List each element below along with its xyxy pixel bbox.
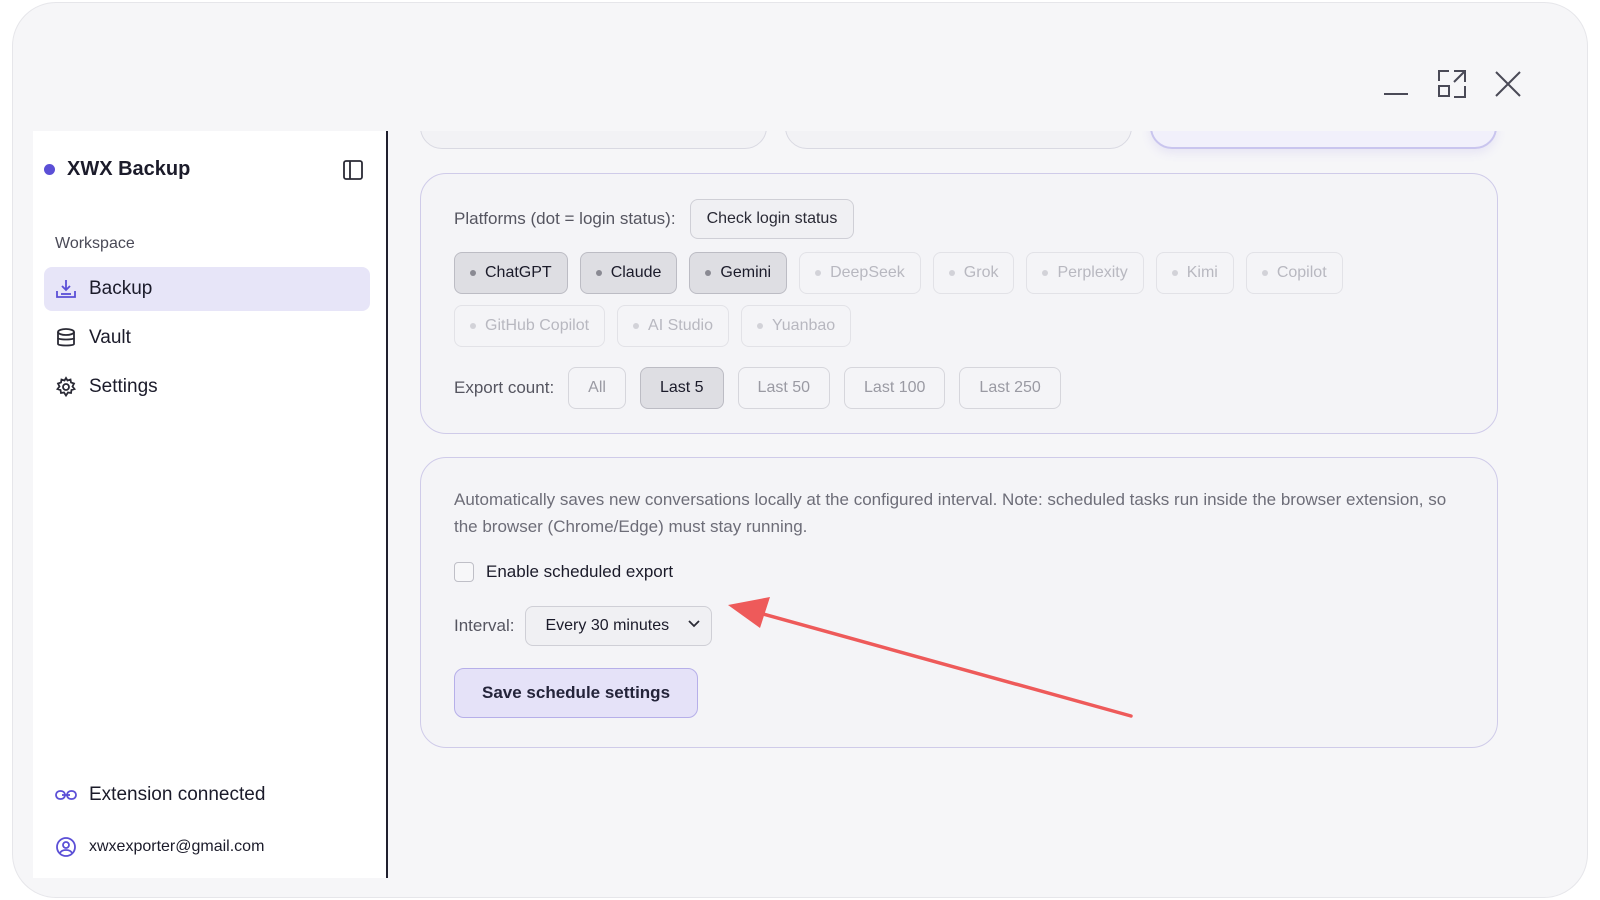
mode-card-2[interactable] (785, 131, 1132, 149)
extension-status-text: Extension connected (89, 784, 266, 805)
account-email[interactable]: xwxexporter@gmail.com (55, 836, 375, 858)
platforms-label: Platforms (dot = login status): (454, 209, 676, 228)
login-status-dot (470, 323, 476, 329)
platform-chip-chatgpt[interactable]: ChatGPT (454, 252, 568, 294)
platform-name: Gemini (720, 264, 772, 281)
count-option-last-50[interactable]: Last 50 (737, 367, 831, 409)
enable-schedule-checkbox[interactable] (454, 562, 474, 582)
count-option-all[interactable]: All (568, 367, 626, 409)
gear-icon (55, 376, 77, 398)
count-option-last-250[interactable]: Last 250 (959, 367, 1061, 409)
sidebar-toggle-icon[interactable] (342, 159, 366, 183)
section-label-workspace: Workspace (55, 235, 135, 252)
platforms-card: Platforms (dot = login status): Check lo… (420, 173, 1498, 434)
maximize-icon[interactable] (1437, 69, 1467, 99)
sidebar: XWX Backup Workspace Backup Vault Settin… (33, 131, 388, 878)
close-icon[interactable] (1493, 69, 1523, 99)
count-option-last-100[interactable]: Last 100 (844, 367, 946, 409)
link-icon (55, 784, 77, 806)
platform-name: Kimi (1186, 264, 1218, 281)
platform-chip-copilot[interactable]: Copilot (1245, 252, 1343, 294)
login-status-dot (756, 323, 763, 329)
platform-name: GitHub Copilot (485, 317, 590, 334)
platform-name: ChatGPT (485, 264, 552, 281)
database-icon (55, 327, 77, 349)
brand-dot (44, 164, 55, 175)
save-row: Save schedule settings (454, 668, 699, 718)
schedule-card: Automatically saves new conversations lo… (420, 457, 1498, 748)
platform-name: Perplexity (1057, 264, 1128, 281)
login-status-dot (705, 270, 712, 276)
sidebar-item-backup[interactable]: Backup (44, 267, 370, 311)
interval-row: Interval: Every 30 minutes (454, 606, 713, 646)
platform-name: Grok (963, 264, 999, 281)
interval-value: Every 30 minutes (545, 617, 670, 634)
sidebar-item-settings[interactable]: Settings (44, 365, 370, 409)
check-login-button[interactable]: Check login status (689, 199, 855, 239)
platform-chip-perplexity[interactable]: Perplexity (1026, 252, 1144, 294)
login-status-dot (595, 270, 602, 276)
platform-chip-claude[interactable]: Claude (579, 252, 678, 294)
platform-name: DeepSeek (830, 264, 905, 281)
mode-card-1[interactable] (420, 131, 767, 149)
platform-name: Claude (610, 264, 662, 281)
mode-card-3[interactable] (1150, 131, 1497, 149)
login-status-dot (633, 323, 640, 329)
window-controls (1381, 69, 1523, 99)
sidebar-item-label: Settings (89, 376, 158, 397)
platform-chip-deepseek[interactable]: DeepSeek (799, 252, 921, 294)
download-tray-icon (55, 278, 77, 300)
enable-schedule-label[interactable]: Enable scheduled export (486, 562, 673, 582)
count-option-last-5[interactable]: Last 5 (639, 367, 724, 409)
interval-select[interactable]: Every 30 minutes (525, 606, 713, 646)
platform-name: Yuanbao (771, 317, 836, 334)
platform-chip-grok[interactable]: Grok (932, 252, 1015, 294)
sidebar-item-label: Backup (89, 278, 153, 299)
export-count-label: Export count: (454, 378, 555, 397)
sidebar-footer: Extension connected xwxexporter@gmail.co… (55, 784, 375, 878)
platform-name: AI Studio (648, 317, 713, 334)
main-panel: Platforms (dot = login status): Check lo… (400, 131, 1530, 878)
save-schedule-button[interactable]: Save schedule settings (454, 668, 699, 718)
user-circle-icon (55, 836, 77, 858)
login-status-dot (815, 270, 822, 276)
sidebar-item-vault[interactable]: Vault (44, 316, 370, 360)
platform-chip-gemini[interactable]: Gemini (689, 252, 788, 294)
account-email-text: xwxexporter@gmail.com (89, 838, 265, 855)
brand-title: XWX Backup (67, 158, 191, 180)
export-count-row: Export count: All Last 5 Last 50 Last 10… (454, 367, 1075, 409)
sidebar-item-label: Vault (89, 327, 131, 348)
chevron-down-icon (687, 617, 701, 636)
login-status-dot (1261, 270, 1268, 276)
interval-label: Interval: (454, 616, 515, 635)
platform-name: Copilot (1276, 264, 1327, 281)
platform-row-1: ChatGPT Claude Gemini DeepSeek Grok Perp… (454, 252, 1355, 294)
platforms-header: Platforms (dot = login status): Check lo… (454, 199, 855, 239)
sidebar-nav: Backup Vault Settings (44, 267, 370, 414)
platform-row-2: GitHub Copilot AI Studio Yuanbao (454, 305, 863, 347)
platform-chip-ai-studio[interactable]: AI Studio (617, 305, 729, 347)
schedule-description: Automatically saves new conversations lo… (454, 490, 1447, 536)
extension-status: Extension connected (55, 784, 375, 806)
login-status-dot (948, 270, 955, 276)
minimize-icon[interactable] (1381, 69, 1411, 99)
platform-chip-kimi[interactable]: Kimi (1155, 252, 1234, 294)
login-status-dot (470, 270, 476, 276)
brand: XWX Backup (44, 158, 190, 181)
login-status-dot (1042, 270, 1049, 276)
platform-chip-github-copilot[interactable]: GitHub Copilot (454, 305, 606, 347)
login-status-dot (1171, 270, 1178, 276)
platform-chip-yuanbao[interactable]: Yuanbao (740, 305, 852, 347)
enable-schedule-row: Enable scheduled export (454, 562, 673, 582)
